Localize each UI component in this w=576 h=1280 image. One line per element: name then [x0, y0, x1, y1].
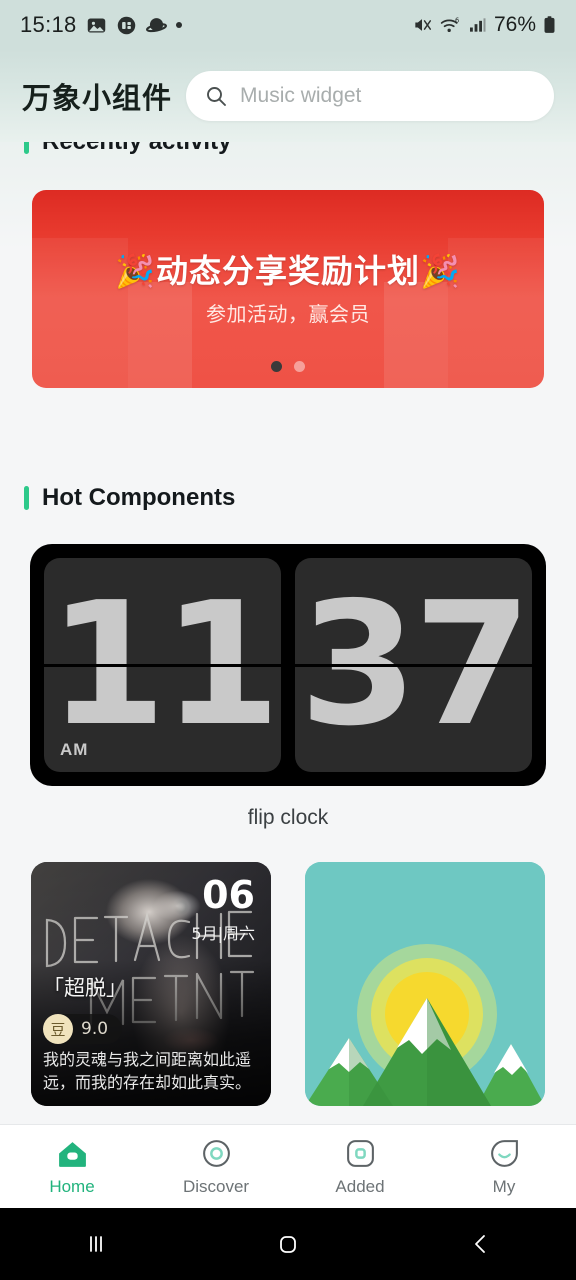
nav-label-added: Added — [335, 1176, 385, 1196]
section-accent-bar — [24, 486, 29, 510]
search-icon — [207, 87, 226, 106]
section-hot-components: Hot Components — [0, 484, 259, 512]
recents-icon — [90, 1236, 102, 1252]
widget-douban-movie[interactable]: 06 5月|周六 「超脱」 豆 9.0 我的灵魂与我之间距离如此遥远，而我的存在… — [31, 862, 271, 1106]
activity-banner[interactable]: 🎉动态分享奖励计划🎉 参加活动，赢会员 — [32, 190, 544, 388]
scroll-content[interactable]: Recently activity 🎉动态分享奖励计划🎉 参加活动，赢会员 Ho… — [0, 50, 576, 1132]
bottom-navigation: Home Discover Added My — [0, 1124, 576, 1208]
android-back-button[interactable] — [384, 1229, 576, 1259]
cellular-signal-icon — [469, 18, 486, 32]
status-clock: 15:18 — [20, 12, 77, 37]
nav-item-home[interactable]: Home — [0, 1137, 144, 1197]
square-plus-icon — [346, 1139, 374, 1167]
banner-title: 🎉动态分享奖励计划🎉 — [115, 252, 461, 290]
battery-percent: 76% — [493, 13, 536, 36]
douban-rating: 豆 9.0 — [43, 1014, 123, 1044]
android-recents-button[interactable] — [0, 1229, 192, 1259]
status-bar: 15:18 6 76% — [0, 0, 576, 50]
status-bar-right: 6 76% — [412, 13, 556, 37]
section-title-hot: Hot Components — [42, 484, 236, 511]
banner-dot-2[interactable] — [294, 361, 305, 372]
photo-icon — [87, 18, 105, 32]
flip-seam — [295, 664, 532, 667]
flip-clock-hours-panel: 11 AM — [44, 558, 281, 772]
nav-item-added[interactable]: Added — [288, 1137, 432, 1197]
flip-seam — [44, 664, 281, 667]
dot-indicator — [175, 22, 182, 28]
douban-movie-title: 「超脱」 — [43, 976, 127, 1000]
banner-subtitle: 参加活动，赢会员 — [206, 302, 370, 326]
status-bar-left: 15:18 — [20, 12, 182, 38]
app-header: 万象小组件 Music widget — [0, 50, 576, 142]
nav-label-my: My — [492, 1176, 516, 1196]
planet-icon — [145, 17, 167, 32]
douban-day-number: 06 — [202, 873, 255, 917]
home-icon — [58, 1141, 86, 1167]
android-navigation-bar — [0, 1208, 576, 1280]
flip-clock-ampm: AM — [60, 740, 89, 759]
profile-drop-icon — [490, 1139, 518, 1167]
search-input[interactable]: Music widget — [240, 84, 361, 108]
page-title: 万象小组件 — [22, 81, 173, 115]
svg-text:6: 6 — [455, 17, 459, 25]
app-circle-icon — [117, 16, 135, 34]
android-home-button[interactable] — [192, 1229, 384, 1259]
wifi6-icon: 6 — [440, 17, 459, 32]
widget-flip-clock[interactable]: 11 AM 37 — [30, 544, 546, 786]
douban-logo-icon: 豆 — [43, 1014, 73, 1044]
compass-circle-icon — [202, 1139, 230, 1167]
widget-image[interactable] — [305, 862, 545, 1106]
mountain-sunrise-illustration — [305, 862, 545, 1106]
nav-label-home: Home — [49, 1176, 95, 1196]
douban-date-text: 5月|周六 — [191, 924, 255, 943]
widget-label-flip-clock: flip clock — [247, 806, 329, 829]
nav-label-discover: Discover — [182, 1176, 250, 1196]
back-chevron-icon — [475, 1235, 485, 1253]
mute-icon — [415, 19, 432, 31]
banner-dot-1[interactable] — [271, 361, 282, 372]
nav-item-discover[interactable]: Discover — [144, 1137, 288, 1197]
banner-carousel-dots[interactable] — [32, 361, 544, 372]
battery-icon — [544, 16, 555, 33]
nav-item-my[interactable]: My — [432, 1137, 576, 1197]
douban-score: 9.0 — [81, 1019, 109, 1039]
douban-quote: 我的灵魂与我之间距离如此遥远，而我的存在却如此真实。 — [43, 1049, 252, 1092]
flip-clock-minutes-panel: 37 — [295, 558, 532, 772]
home-square-icon — [280, 1236, 296, 1253]
search-bar[interactable]: Music widget — [186, 71, 554, 121]
